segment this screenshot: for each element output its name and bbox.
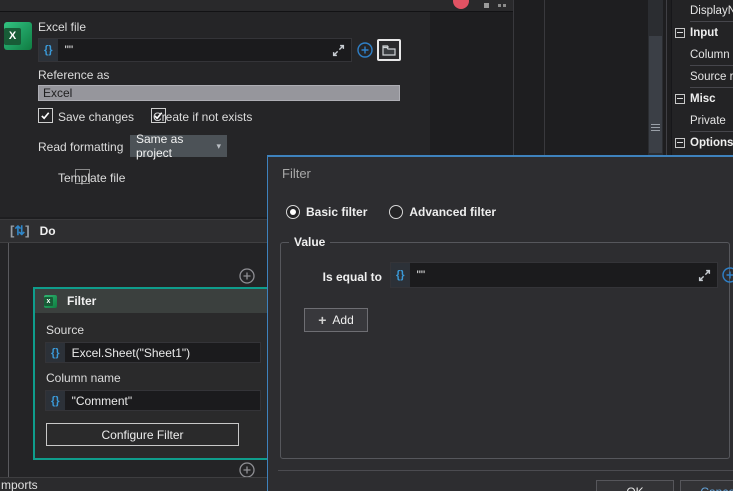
filter-activity-card[interactable]: x Filter Source {} Excel.Sheet("Sheet1")…	[33, 287, 273, 460]
column-expression-value: "Comment"	[71, 393, 133, 408]
save-changes-label: Save changes	[58, 110, 135, 124]
reference-as-label: Reference as	[38, 68, 110, 82]
sequence-icon: [⇅]	[10, 223, 30, 238]
plus-circle-icon[interactable]	[357, 42, 373, 58]
panel-divider	[513, 0, 514, 155]
scrollbar-thumb[interactable]	[649, 36, 662, 153]
dialog-title: Filter	[282, 166, 311, 181]
configure-filter-button[interactable]: Configure Filter	[46, 423, 239, 446]
imports-tab-bar: mports	[0, 477, 270, 491]
add-condition-button[interactable]: + Add	[304, 308, 368, 332]
read-formatting-value: Same as project	[136, 132, 184, 160]
collapse-icon[interactable]	[675, 94, 685, 104]
read-formatting-label: Read formatting	[38, 140, 124, 154]
column-expression-field[interactable]: {} "Comment"	[45, 390, 261, 411]
basic-filter-radio[interactable]	[286, 205, 300, 219]
property-row-private[interactable]: Private	[672, 110, 733, 132]
open-expression-editor-icon[interactable]	[332, 44, 345, 57]
source-expression-value: Excel.Sheet("Sheet1")	[71, 345, 191, 360]
condition-expression-value: ""	[416, 268, 426, 282]
plus-icon: +	[318, 312, 327, 328]
excel-app-icon: X	[4, 22, 32, 50]
canvas-scrollbar[interactable]	[648, 0, 663, 155]
property-group-input[interactable]: Input	[672, 22, 733, 44]
mini-square-icon	[484, 3, 489, 8]
property-row-column-name[interactable]: Column name	[672, 44, 733, 66]
advanced-filter-label: Advanced filter	[409, 205, 497, 219]
create-if-not-exists-label: Create if not exists	[153, 110, 253, 124]
expression-braces-icon: {}	[46, 343, 65, 362]
add-button-label: Add	[332, 313, 354, 327]
basic-filter-radio-row: Basic filter Advanced filter	[286, 205, 496, 219]
dialog-footer-divider	[278, 470, 733, 471]
condition-expression-field[interactable]: {} ""	[390, 262, 718, 288]
imports-tab[interactable]: mports	[1, 478, 38, 491]
add-activity-icon[interactable]	[239, 268, 255, 284]
basic-filter-label: Basic filter	[306, 205, 368, 219]
expression-braces-icon: {}	[391, 263, 410, 287]
mini-dot-icon	[503, 4, 506, 7]
browse-file-button[interactable]	[377, 39, 401, 61]
expression-braces-icon: {}	[46, 391, 65, 410]
breakpoint-icon[interactable]	[453, 0, 469, 9]
excel-file-expression-field[interactable]: {} ""	[38, 38, 352, 62]
workflow-designer-screen: X Excel file {} "" Reference as Excel Sa…	[0, 0, 733, 491]
column-name-label: Column name	[46, 371, 121, 385]
property-row-source-range[interactable]: Source range	[672, 66, 733, 88]
collapse-icon[interactable]	[675, 138, 685, 148]
panel-divider	[666, 0, 667, 155]
scrollbar-grip-icon	[651, 122, 660, 133]
filter-dialog: Filter Basic filter Advanced filter Valu…	[267, 155, 733, 491]
open-expression-editor-icon[interactable]	[698, 269, 711, 282]
reference-as-input[interactable]: Excel	[38, 85, 400, 101]
save-changes-checkbox[interactable]	[38, 108, 53, 123]
check-icon	[41, 112, 50, 120]
value-group-label: Value	[289, 235, 331, 249]
properties-panel: DisplayName Input Column name Source ran…	[671, 0, 733, 155]
ok-button[interactable]: OK	[596, 480, 674, 491]
do-section-label: Do	[39, 224, 56, 238]
collapse-icon[interactable]	[675, 28, 685, 38]
advanced-filter-radio[interactable]	[389, 205, 404, 219]
do-section-header[interactable]: [⇅] Do	[0, 219, 270, 243]
excel-file-expression-value: ""	[64, 43, 74, 57]
template-file-label: Template file	[58, 171, 126, 185]
sequence-connector-line	[8, 243, 9, 477]
property-group-misc[interactable]: Misc	[672, 88, 733, 110]
activity-header-strip	[0, 0, 513, 12]
source-label: Source	[46, 323, 85, 337]
is-equal-to-label: Is equal to	[322, 270, 382, 284]
excel-activity-icon: x	[44, 294, 57, 308]
value-groupbox: Value Is equal to {} "" + Add	[280, 235, 733, 459]
folder-icon	[382, 44, 396, 56]
excel-file-label: Excel file	[38, 20, 87, 34]
read-formatting-dropdown[interactable]: Same as project ▾	[130, 132, 227, 160]
source-expression-field[interactable]: {} Excel.Sheet("Sheet1")	[45, 342, 261, 363]
filter-card-header[interactable]: x Filter	[35, 289, 271, 313]
property-group-options[interactable]: Options	[672, 132, 733, 154]
chevron-down-icon: ▾	[216, 140, 221, 151]
property-row-displayname[interactable]: DisplayName	[672, 0, 733, 22]
cancel-button[interactable]: Cancel	[680, 480, 733, 491]
filter-card-title: Filter	[67, 294, 97, 308]
panel-divider	[544, 0, 545, 155]
add-activity-icon[interactable]	[239, 462, 255, 478]
plus-circle-icon[interactable]	[722, 267, 733, 283]
expression-braces-icon: {}	[39, 39, 58, 61]
mini-dot-icon	[498, 4, 501, 7]
